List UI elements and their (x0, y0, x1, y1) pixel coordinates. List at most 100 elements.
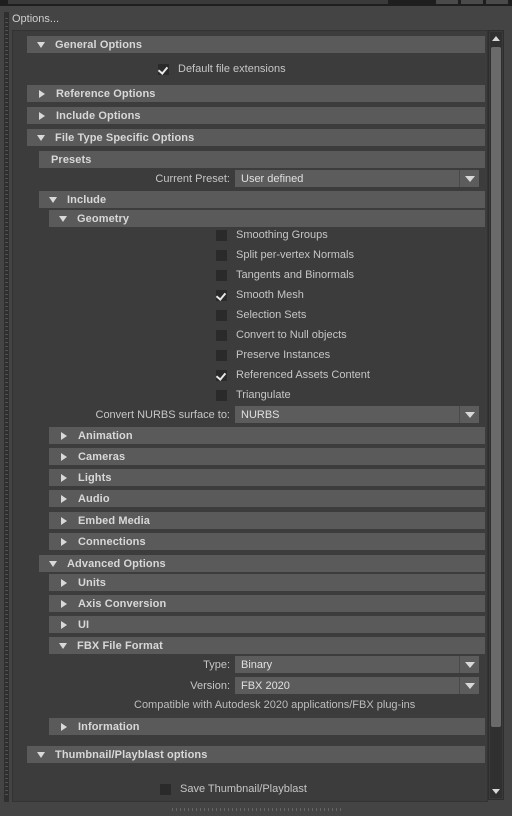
section-header-connections[interactable]: Connections (49, 533, 485, 550)
section-label: Units (78, 576, 106, 589)
section-header-cameras[interactable]: Cameras (49, 448, 485, 465)
checkbox-label: Triangulate (236, 389, 291, 401)
checkbox-label: Default file extensions (178, 63, 286, 75)
dropdown-fbx-type[interactable]: Binary (235, 656, 479, 673)
checkbox-row-split-per-vertex-normals[interactable]: Split per-vertex Normals (216, 247, 354, 263)
section-header-information[interactable]: Information (49, 718, 485, 735)
checkbox-save-thumbnail-playblast[interactable] (160, 783, 171, 795)
checkbox-row-convert-to-null-objects[interactable]: Convert to Null objects (216, 327, 347, 343)
dropdown-value: User defined (241, 172, 304, 185)
left-splitter-dots (5, 18, 8, 796)
dropdown-value: NURBS (241, 408, 280, 421)
section-header-advanced-options[interactable]: Advanced Options (39, 555, 485, 572)
section-label: Embed Media (78, 514, 151, 527)
dropdown-fbx-version[interactable]: FBX 2020 (235, 677, 479, 694)
section-label: Axis Conversion (78, 597, 167, 610)
scroll-up-arrow-icon[interactable] (490, 32, 502, 45)
section-header-units[interactable]: Units (49, 574, 485, 591)
checkbox-row-preserve-instances[interactable]: Preserve Instances (216, 347, 330, 363)
field-row-fbx-type: Type: Binary (39, 656, 485, 673)
bottom-splitter-dots (172, 808, 342, 811)
checkbox-row-smooth-mesh[interactable]: Smooth Mesh (216, 287, 304, 303)
section-header-geometry[interactable]: Geometry (49, 210, 485, 227)
checkbox-row-smoothing-groups[interactable]: Smoothing Groups (216, 227, 328, 243)
section-label: Reference Options (56, 87, 156, 100)
checkbox-row-selection-sets[interactable]: Selection Sets (216, 307, 306, 323)
bottom-splitter-handle[interactable] (0, 804, 512, 814)
checkbox-split-per-vertex-normals[interactable] (216, 249, 227, 261)
chevron-right-icon (61, 431, 67, 440)
chevron-right-icon (61, 516, 67, 525)
left-splitter-handle[interactable] (4, 12, 9, 802)
checkbox-label: Referenced Assets Content (236, 369, 370, 381)
checkbox-label: Save Thumbnail/Playblast (180, 783, 307, 795)
scrollbar-thumb[interactable] (491, 47, 501, 727)
chevron-down-icon[interactable] (459, 677, 479, 694)
section-label: UI (78, 618, 90, 631)
section-label: Animation (78, 429, 133, 442)
section-header-general-options[interactable]: General Options (27, 36, 485, 53)
chevron-down-icon[interactable] (459, 406, 479, 423)
section-header-animation[interactable]: Animation (49, 427, 485, 444)
checkbox-selection-sets[interactable] (216, 309, 227, 321)
section-label: Presets (51, 153, 92, 166)
section-label: Connections (78, 535, 146, 548)
checkbox-triangulate[interactable] (216, 389, 227, 401)
section-label: Information (78, 720, 140, 733)
chevron-right-icon (61, 473, 67, 482)
vertical-scrollbar[interactable] (488, 30, 504, 800)
section-header-embed-media[interactable]: Embed Media (49, 512, 485, 529)
checkbox-tangents-and-binormals[interactable] (216, 269, 227, 281)
checkbox-convert-to-null-objects[interactable] (216, 329, 227, 341)
chevron-down-icon (59, 642, 67, 649)
checkbox-row-referenced-assets-content[interactable]: Referenced Assets Content (216, 367, 370, 383)
checkbox-row-triangulate[interactable]: Triangulate (216, 387, 291, 403)
field-label: Convert NURBS surface to: (95, 408, 231, 421)
section-header-include[interactable]: Include (39, 191, 485, 208)
section-label: Geometry (77, 212, 130, 225)
section-header-axis-conversion[interactable]: Axis Conversion (49, 595, 485, 612)
section-label: Audio (78, 492, 110, 505)
section-label: Include Options (56, 109, 141, 122)
checkbox-smooth-mesh[interactable] (216, 289, 227, 301)
checkbox-default-file-extensions[interactable] (158, 63, 169, 75)
window-maximize-button-fragment[interactable] (461, 0, 483, 4)
field-row-current-preset: Current Preset: User defined (39, 170, 485, 187)
checkbox-smoothing-groups[interactable] (216, 229, 227, 241)
section-label: Advanced Options (67, 557, 166, 570)
section-label: File Type Specific Options (55, 131, 195, 144)
chevron-down-icon (59, 215, 67, 222)
dropdown-convert-nurbs-surface[interactable]: NURBS (235, 406, 479, 423)
section-header-ui[interactable]: UI (49, 616, 485, 633)
section-header-include-options[interactable]: Include Options (27, 107, 485, 124)
dropdown-current-preset[interactable]: User defined (235, 170, 479, 187)
scroll-down-arrow-icon[interactable] (490, 785, 502, 798)
chevron-right-icon (61, 722, 67, 731)
section-header-thumbnail-playblast-options[interactable]: Thumbnail/Playblast options (27, 746, 485, 763)
window-close-button-fragment[interactable] (486, 0, 508, 4)
section-header-presets[interactable]: Presets (39, 151, 485, 168)
section-header-lights[interactable]: Lights (49, 469, 485, 486)
window-path-field-fragment[interactable] (8, 0, 388, 4)
chevron-down-icon (37, 134, 45, 141)
checkbox-row-save-thumbnail-playblast[interactable]: Save Thumbnail/Playblast (160, 781, 307, 797)
checkbox-row-default-file-extensions[interactable]: Default file extensions (158, 61, 286, 77)
checkbox-row-tangents-and-binormals[interactable]: Tangents and Binormals (216, 267, 354, 283)
options-scroll-area: General Options Default file extensions … (12, 30, 488, 802)
section-label: Thumbnail/Playblast options (55, 748, 208, 761)
section-label: Lights (78, 471, 112, 484)
checkbox-preserve-instances[interactable] (216, 349, 227, 361)
chevron-down-icon[interactable] (459, 656, 479, 673)
section-header-reference-options[interactable]: Reference Options (27, 85, 485, 102)
checkbox-label: Tangents and Binormals (236, 269, 355, 281)
section-header-audio[interactable]: Audio (49, 490, 485, 507)
chevron-down-icon[interactable] (459, 170, 479, 187)
chevron-down-icon (37, 41, 45, 48)
checkbox-referenced-assets-content[interactable] (216, 369, 227, 381)
section-header-fbx-file-format[interactable]: FBX File Format (49, 637, 485, 654)
chevron-down-icon (37, 751, 45, 758)
chevron-right-icon (61, 578, 67, 587)
window-minimize-button-fragment[interactable] (436, 0, 458, 4)
section-header-file-type-specific-options[interactable]: File Type Specific Options (27, 129, 485, 146)
chevron-right-icon (39, 111, 45, 120)
